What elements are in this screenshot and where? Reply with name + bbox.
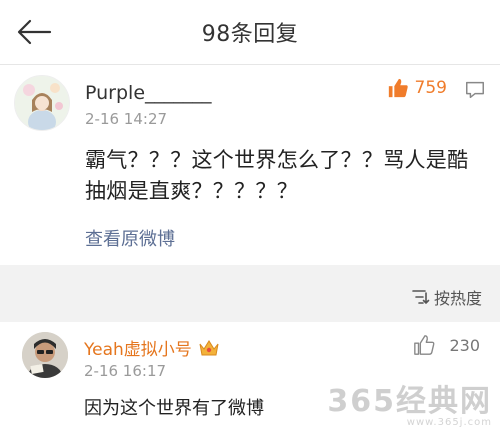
timestamp: 2-16 16:17: [84, 362, 167, 380]
sort-button[interactable]: 按热度: [412, 285, 482, 309]
thumbs-up-icon: [388, 78, 408, 98]
crown-badge-icon: [199, 339, 219, 355]
avatar[interactable]: [14, 75, 70, 131]
comment-icon[interactable]: [464, 79, 486, 101]
reply-comment: Yeah虚拟小号 2-16 16:17 230 因为这个世界有了微博: [0, 322, 500, 432]
username[interactable]: Purple_______: [85, 82, 212, 104]
header-bar: 98条回复: [0, 0, 500, 65]
main-comment: Purple_______ 2-16 14:27 759 霸气？？？这个世界怎么…: [0, 65, 500, 265]
comment-text: 霸气？？？这个世界怎么了？？骂人是酷抽烟是直爽？？？？？: [85, 148, 469, 203]
like-button[interactable]: 230: [413, 334, 480, 356]
like-button[interactable]: 759: [387, 77, 447, 99]
page-title: 98条回复: [201, 22, 299, 47]
sort-bar: 按热度: [0, 265, 500, 322]
username-text: Yeah虚拟小号: [84, 340, 192, 360]
timestamp: 2-16 14:27: [85, 110, 168, 128]
like-count: 230: [449, 335, 480, 355]
sort-icon: [412, 290, 430, 305]
view-original-link[interactable]: 查看原微博: [85, 225, 175, 251]
sort-label: 按热度: [433, 289, 482, 308]
avatar[interactable]: [22, 332, 68, 378]
like-count: 759: [414, 78, 447, 98]
username[interactable]: Yeah虚拟小号: [84, 335, 220, 360]
thumbs-up-outline-icon: [414, 335, 435, 355]
comment-text: 因为这个世界有了微博: [84, 398, 264, 419]
